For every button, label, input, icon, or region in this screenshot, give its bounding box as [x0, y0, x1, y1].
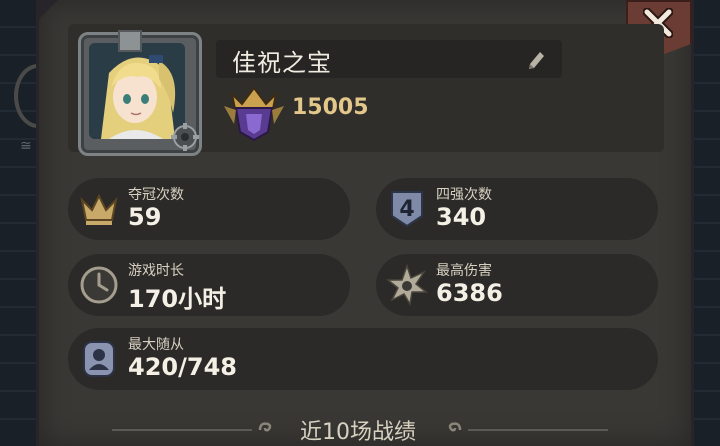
background-glyph: ≅: [20, 138, 32, 154]
stat-card-playtime: 游戏时长 170小时: [68, 254, 350, 316]
stat-value: 6386: [436, 279, 503, 307]
swirl-ornament-icon: [258, 422, 272, 432]
burst-icon: [385, 263, 429, 307]
clock-icon: [80, 266, 118, 304]
svg-text:4: 4: [399, 197, 414, 222]
stat-value: 340: [436, 203, 487, 231]
divider-right: [468, 429, 608, 431]
swirl-ornament-icon: [448, 422, 462, 432]
recent-matches-title[interactable]: 近10场战绩: [300, 414, 416, 446]
avatar-frame-clip: [118, 30, 142, 52]
shield-four-icon: 4: [391, 191, 423, 228]
player-name: 佳祝之宝: [232, 49, 332, 77]
gear-icon[interactable]: [170, 122, 200, 152]
stat-label: 游戏时长: [128, 263, 184, 279]
stat-label: 夺冠次数: [128, 187, 184, 203]
stat-value: 420/748: [128, 353, 237, 381]
divider-left: [112, 429, 252, 431]
stat-label: 四强次数: [436, 187, 492, 203]
stat-card-max-damage: 最高伤害 6386: [376, 254, 658, 316]
stat-label: 最大随从: [128, 337, 184, 353]
follower-icon: [83, 341, 115, 377]
rank-score: 15005: [292, 95, 369, 120]
stat-value: 59: [128, 203, 162, 231]
stat-value: 170小时: [128, 285, 227, 313]
rank-emblem-icon: [224, 86, 284, 142]
stat-label: 最高伤害: [436, 263, 492, 279]
crown-icon: [80, 193, 118, 225]
edit-pencil-icon[interactable]: [526, 48, 546, 70]
stat-card-max-followers: 最大随从 420/748: [68, 328, 658, 390]
stat-card-top4: 4 四强次数 340: [376, 178, 658, 240]
stat-card-championships: 夺冠次数 59: [68, 178, 350, 240]
